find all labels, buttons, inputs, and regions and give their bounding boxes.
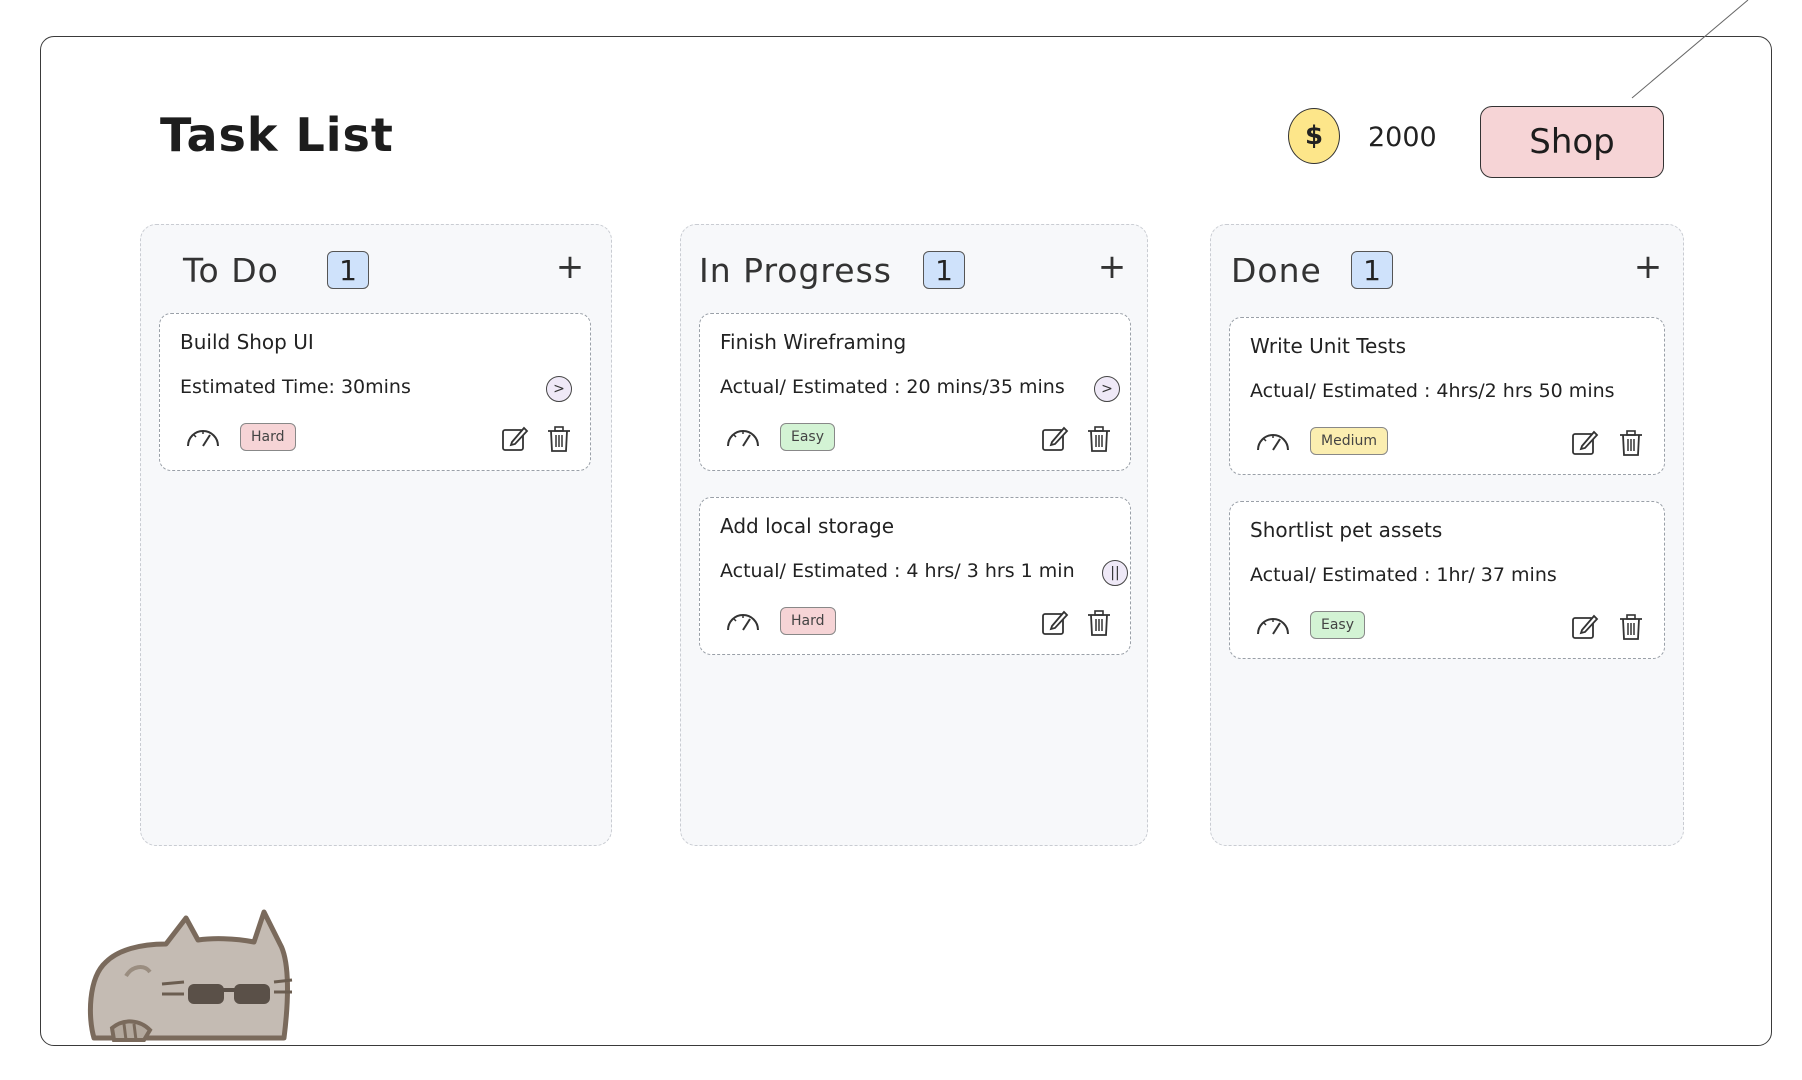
speedometer-icon: [727, 614, 759, 631]
trash-icon[interactable]: [544, 424, 574, 454]
task-card[interactable]: Build Shop UI Estimated Time: 30mins > H…: [159, 313, 591, 471]
edit-pencil-icon[interactable]: [1570, 428, 1600, 458]
trash-icon[interactable]: [1084, 424, 1114, 454]
task-title: Finish Wireframing: [720, 330, 907, 354]
difficulty-badge: Easy: [780, 423, 836, 451]
task-card[interactable]: Shortlist pet assets Actual/ Estimated :…: [1229, 501, 1665, 659]
decorative-stroke: [1631, 0, 1749, 99]
task-card[interactable]: Add local storage Actual/ Estimated : 4 …: [699, 497, 1131, 655]
trash-icon[interactable]: [1084, 608, 1114, 638]
edit-pencil-icon[interactable]: [1040, 608, 1070, 638]
task-count-badge: 1: [1351, 251, 1393, 289]
speedometer-icon: [187, 430, 219, 447]
task-card[interactable]: Write Unit Tests Actual/ Estimated : 4hr…: [1229, 317, 1665, 475]
column-title: Done: [1231, 251, 1322, 290]
task-time: Actual/ Estimated : 1hr/ 37 mins: [1250, 564, 1557, 586]
task-count-badge: 1: [327, 251, 369, 289]
task-time: Actual/ Estimated : 4 hrs/ 3 hrs 1 min: [720, 560, 1075, 582]
chevron-right-circle-icon[interactable]: >: [546, 376, 572, 402]
chevron-right-circle-icon[interactable]: >: [1094, 376, 1120, 402]
task-card[interactable]: Finish Wireframing Actual/ Estimated : 2…: [699, 313, 1131, 471]
pause-circle-icon[interactable]: ||: [1102, 560, 1128, 586]
add-task-button[interactable]: +: [1097, 247, 1127, 287]
page-title: Task List: [160, 108, 394, 162]
difficulty-badge: Medium: [1310, 427, 1388, 455]
trash-icon[interactable]: [1616, 612, 1646, 642]
task-time: Actual/ Estimated : 20 mins/35 mins: [720, 376, 1065, 398]
edit-pencil-icon[interactable]: [1040, 424, 1070, 454]
task-count-badge: 1: [923, 251, 965, 289]
difficulty-badge: Easy: [1310, 611, 1366, 639]
speedometer-icon: [1257, 618, 1289, 635]
edit-pencil-icon[interactable]: [500, 424, 530, 454]
speedometer-icon: [1257, 434, 1289, 451]
column-title: To Do: [183, 251, 279, 290]
task-time: Estimated Time: 30mins: [180, 376, 411, 398]
trash-icon[interactable]: [1616, 428, 1646, 458]
task-title: Shortlist pet assets: [1250, 518, 1443, 542]
add-task-button[interactable]: +: [555, 247, 585, 287]
column-todo: To Do 1 + Build Shop UI Estimated Time: …: [140, 224, 612, 846]
task-title: Write Unit Tests: [1250, 334, 1407, 358]
column-done: Done 1 + Write Unit Tests Actual/ Estima…: [1210, 224, 1684, 846]
coin-symbol: $: [1304, 121, 1324, 151]
column-in-progress: In Progress 1 + Finish Wireframing Actua…: [680, 224, 1148, 846]
shop-button[interactable]: Shop: [1480, 106, 1664, 178]
task-title: Build Shop UI: [180, 330, 314, 354]
column-title: In Progress: [699, 251, 892, 290]
speedometer-icon: [727, 430, 759, 447]
difficulty-badge: Hard: [240, 423, 296, 451]
coin-balance: 2000: [1368, 122, 1437, 153]
difficulty-badge: Hard: [780, 607, 836, 635]
add-task-button[interactable]: +: [1633, 247, 1663, 287]
task-title: Add local storage: [720, 514, 895, 538]
task-time: Actual/ Estimated : 4hrs/2 hrs 50 mins: [1250, 380, 1615, 402]
pusheen-cat-mascot[interactable]: [84, 900, 294, 1050]
edit-pencil-icon[interactable]: [1570, 612, 1600, 642]
dollar-coin-icon: $: [1288, 108, 1340, 164]
